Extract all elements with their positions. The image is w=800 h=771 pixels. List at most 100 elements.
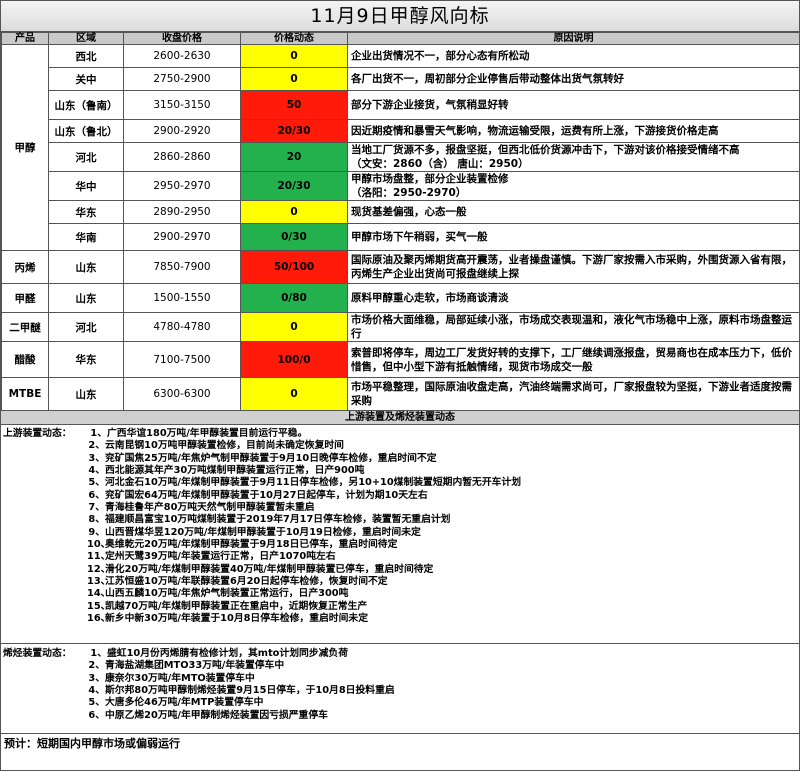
item-text: 江苏恒盛10万吨/年联醇装置6月20日起停车检修，恢复时间不定: [105, 576, 388, 588]
device-item: 14、山西五麟10万吨/年焦炉气制装置正常运行，日产300吨: [1, 588, 799, 600]
reason-line: 当地工厂货源不多，报盘坚挺，但西北低价货源冲击下，下游对该价格接受情绪不高: [351, 144, 740, 156]
item-text: 奥维乾元20万吨/年煤制甲醇装置于9月18日已停车，重启时间待定: [105, 539, 398, 551]
device-item: 3、康奈尔30万吨/年MTO装置停车中: [1, 673, 799, 685]
reason-cell: 索普即将停车，周边工厂发货好转的支撑下，工厂继续调涨报盘，贸易商也在成本压力下，…: [347, 341, 800, 378]
reason-line: 部分下游企业接货，气氛稍显好转: [351, 99, 509, 111]
item-number: 2、: [88, 440, 105, 452]
item-number: 9、: [88, 526, 105, 538]
report-title: 11月9日甲醇风向标: [1, 1, 799, 32]
device-item: 12、滑化20万吨/年煤制甲醇装置40万吨/年煤制甲醇装置已停车，重启时间待定: [1, 564, 799, 576]
reason-line: 原料甲醇重心走软，市场商谈清淡: [351, 292, 509, 304]
region-cell: 山东: [48, 377, 124, 411]
product-cell: 丙烯: [1, 250, 49, 284]
device-item: 3、兖矿国焦25万吨/年焦炉气制甲醇装置于9月10日晚停车检修，重启时间不定: [1, 453, 799, 465]
table-row: 华东 2890-2950 0 现货基差偏强，心态一般: [2, 200, 800, 224]
olefin-section: 烯烃装置动态： 1、盛虹10月份丙烯腈有检修计划，其mto计划同步减负荷 2、青海盐…: [1, 644, 799, 734]
price-cell: 2900-2970: [123, 223, 241, 251]
header-move: 价格动态: [240, 32, 348, 45]
table-row: 甲醇 西北 2600-2630 0 企业出货情况不一，部分心态有所松动: [1, 44, 800, 251]
reason-line: 企业出货情况不一，部分心态有所松动: [351, 50, 530, 62]
item-text: 凯越70万吨/年煤制甲醇装置正在重启中，近期恢复正常生产: [105, 600, 368, 612]
device-item: 4、西北能源其年产30万吨煤制甲醇装置运行正常，日产900吨: [1, 465, 799, 477]
table-row: MTBE 山东 6300-6300 0 市场平稳整理，国际原油收盘走高，汽油终端需求尚可…: [1, 377, 800, 411]
reason-cell: 甲醇市场盘整，部分企业装置检修 （洛阳：2950-2970）: [347, 171, 800, 201]
region-cell: 山东: [48, 250, 124, 284]
table-row: 丙烯 山东 7850-7900 50/100 国际原油及聚丙烯期货高开震荡，业者操盘谨慎…: [1, 250, 800, 284]
item-number: 2、: [88, 660, 105, 672]
reason-cell: 原料甲醇重心走软，市场商谈清淡: [347, 283, 800, 313]
reason-line: 国际原油及聚丙烯期货高开震荡，业者操盘谨慎。下游厂家按需入市采购，外围货源入省有…: [351, 254, 792, 280]
device-item: 15、凯越70万吨/年煤制甲醇装置正在重启中，近期恢复正常生产: [1, 601, 799, 613]
item-number: 16、: [87, 613, 111, 625]
table-row: 二甲醚 河北 4780-4780 0 市场价格大面维稳，局部延续小涨，市场成交表现温和，…: [1, 312, 800, 342]
item-text: 西北能源其年产30万吨煤制甲醇装置运行正常，日产900吨: [105, 465, 365, 477]
item-number: 13、: [87, 576, 111, 588]
header-price: 收盘价格: [123, 32, 241, 45]
table-row: 河北 2860-2860 20 当地工厂货源不多，报盘坚挺，但西北低价货源冲击下，下游…: [2, 142, 800, 172]
item-number: 3、: [88, 452, 105, 464]
region-cell: 山东（鲁南）: [48, 90, 124, 120]
price-cell: 1500-1550: [123, 283, 241, 313]
item-number: 4、: [88, 465, 105, 477]
item-text: 青海桂鲁年产80万吨天然气制甲醇装置暂未重启: [105, 502, 315, 514]
header-reason: 原因说明: [347, 32, 800, 45]
price-cell: 2900-2920: [123, 119, 241, 143]
region-cell: 西北: [48, 44, 124, 68]
section-label: 上游装置动态：: [3, 428, 72, 439]
price-move-cell: 0/30: [240, 223, 348, 251]
item-text: 广西华谊180万吨/年甲醇装置目前运行平稳。: [107, 428, 308, 439]
device-item: 10、奥维乾元20万吨/年煤制甲醇装置于9月18日已停车，重启时间待定: [1, 539, 799, 551]
item-number: 6、: [88, 709, 105, 721]
item-number: 12、: [87, 563, 111, 575]
price-move-cell: 0: [240, 377, 348, 411]
price-move-cell: 0/80: [240, 283, 348, 313]
item-text: 滑化20万吨/年煤制甲醇装置40万吨/年煤制甲醇装置已停车，重启时间待定: [105, 563, 434, 575]
item-number: 11、: [87, 551, 111, 563]
item-number: 10、: [87, 539, 111, 551]
item-number: 3、: [88, 672, 105, 684]
price-move-cell: 50: [240, 90, 348, 120]
price-cell: 2600-2630: [123, 44, 241, 68]
item-number: 15、: [87, 600, 111, 612]
reason-cell: 部分下游企业接货，气氛稍显好转: [347, 90, 800, 120]
item-number: 4、: [88, 685, 105, 697]
item-number: 8、: [88, 514, 105, 526]
region-cell: 华东: [48, 341, 124, 378]
upstream-section: 上游装置动态： 1、广西华谊180万吨/年甲醇装置目前运行平稳。 2、云南昆钢10万…: [1, 425, 799, 644]
device-item: 7、青海桂鲁年产80万吨天然气制甲醇装置暂未重启: [1, 502, 799, 514]
forecast-text: 预计：短期国内甲醇市场或偏弱运行: [4, 737, 180, 750]
reason-cell: 现货基差偏强，心态一般: [347, 200, 800, 224]
header-region: 区域: [48, 32, 124, 45]
item-text: 青海盐湖集团MTO33万吨/年装置停车中: [105, 660, 285, 672]
table-header-row: 产品 区域 收盘价格 价格动态 原因说明: [1, 32, 800, 45]
region-cell: 华中: [48, 171, 124, 201]
product-cell: 甲醛: [1, 283, 49, 313]
price-cell: 7850-7900: [123, 250, 241, 284]
item-text: 康奈尔30万吨/年MTO装置停车中: [105, 672, 255, 684]
price-move-cell: 100/0: [240, 341, 348, 378]
table-row: 醋酸 华东 7100-7500 100/0 索普即将停车，周边工厂发货好转的支撑下，工厂…: [1, 341, 800, 378]
region-cell: 山东（鲁北）: [48, 119, 124, 143]
reason-line: 因近期疫情和暴雪天气影响，物流运输受限，运费有所上涨，下游接货价格走高: [351, 125, 719, 137]
device-item: 16、新乡中新30万吨/年装置于10月8日停车检修，重启时间未定: [1, 613, 799, 625]
price-move-cell: 0: [240, 67, 348, 91]
table-row: 山东（鲁北） 2900-2920 20/30 因近期疫情和暴雪天气影响，物流运输受限，…: [2, 119, 800, 143]
reason-cell: 各厂出货不一，周初部分企业停售后带动整体出货气氛转好: [347, 67, 800, 91]
reason-line: 现货基差偏强，心态一般: [351, 206, 467, 218]
device-item: 2、云南昆钢10万吨甲醇装置检修，目前尚未确定恢复时间: [1, 440, 799, 452]
price-table: 产品 区域 收盘价格 价格动态 原因说明 甲醇 西北 2600-2630 0 企业出货情…: [1, 32, 800, 411]
price-cell: 2890-2950: [123, 200, 241, 224]
region-cell: 华南: [48, 223, 124, 251]
reason-cell: 国际原油及聚丙烯期货高开震荡，业者操盘谨慎。下游厂家按需入市采购，外围货源入省有…: [347, 250, 800, 284]
reason-line: （文安：2860（含） 唐山：2950）: [351, 158, 529, 170]
section-label: 烯烃装置动态：: [3, 648, 72, 659]
item-number: 5、: [88, 697, 105, 709]
item-text: 河北金石10万吨/年煤制甲醇装置于9月11日停车检修，另10+10煤制装置短期内…: [105, 477, 522, 489]
price-move-cell: 20/30: [240, 119, 348, 143]
device-item: 4、斯尔邦80万吨甲醇制烯烃装置9月15日停车，于10月8日投料重启: [1, 685, 799, 697]
reason-cell: 因近期疫情和暴雪天气影响，物流运输受限，运费有所上涨，下游接货价格走高: [347, 119, 800, 143]
reason-cell: 甲醇市场下午稍弱，买气一般: [347, 223, 800, 251]
device-item: 5、大唐多伦46万吨/年MTP装置停车中: [1, 697, 799, 709]
reason-line: 甲醇市场下午稍弱，买气一般: [351, 231, 488, 243]
reason-line: 市场价格大面维稳，局部延续小涨，市场成交表现温和，液化气市场稳中上涨，原料市场盘…: [351, 314, 792, 340]
